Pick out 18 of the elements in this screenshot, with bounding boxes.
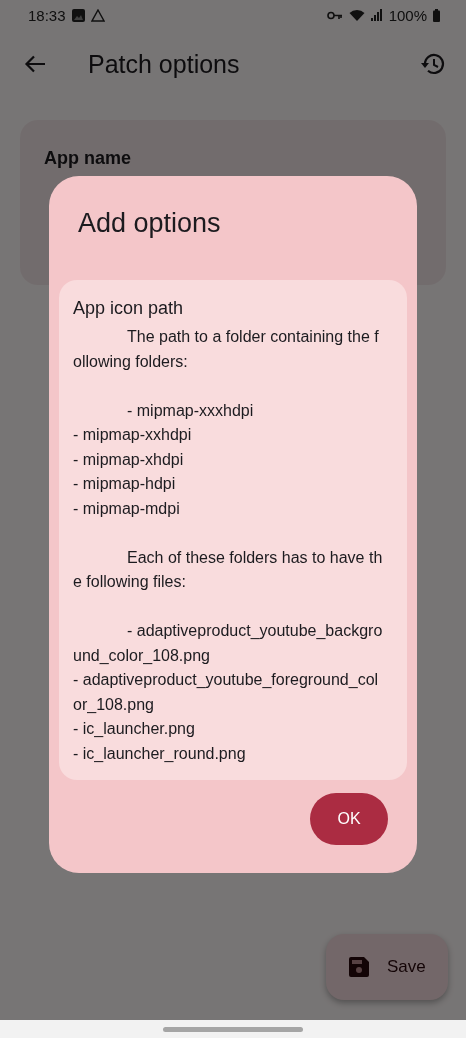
option-title: App name xyxy=(44,148,132,169)
back-arrow-icon[interactable] xyxy=(24,55,46,73)
dialog-title: Add options xyxy=(77,208,222,240)
gesture-handle[interactable] xyxy=(163,1026,303,1032)
save-button[interactable]: Save xyxy=(326,934,448,1000)
image-icon xyxy=(71,8,85,22)
option-title: App icon path xyxy=(73,298,185,319)
status-time: 18:33 xyxy=(28,6,66,24)
option-description: The path to a folder containing the following folders: - mipmap-xxxhdpi - mipmap-xxhdpi - mipmap-xhdpi - mipmap-hdpi - mipmap-mdpi Each of these folders has to have the following files: - adaptiveproduct_youtube_background_color_108.png - adaptiveproduct_youtube_foreground_color_108.png - ic_launcher.png - ic_launcher_round.png xyxy=(73,327,384,764)
history-icon[interactable] xyxy=(420,52,446,76)
ok-button[interactable]: OK xyxy=(310,793,388,845)
signal-icon xyxy=(370,9,383,21)
page-title: Patch options xyxy=(88,49,241,79)
key-icon xyxy=(326,10,343,20)
battery-percent: 100% xyxy=(388,6,427,24)
battery-icon xyxy=(433,8,440,22)
wifi-icon xyxy=(348,8,365,22)
warning-icon xyxy=(90,8,105,22)
